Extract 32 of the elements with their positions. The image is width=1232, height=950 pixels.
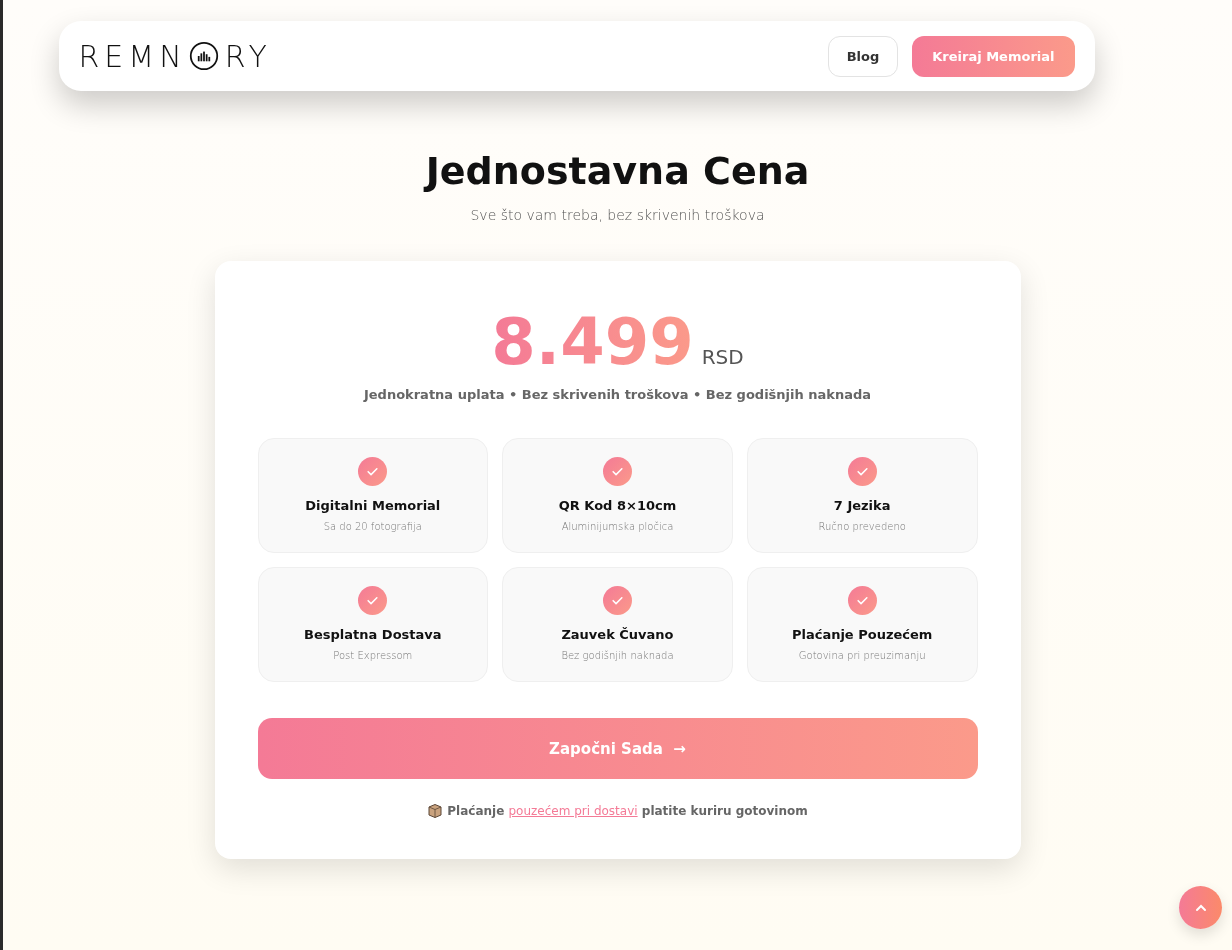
feature-title: QR Kod 8×10cm xyxy=(558,498,677,513)
feature-detail: Aluminijumska pločica xyxy=(561,521,674,532)
create-memorial-button[interactable]: Kreiraj Memorial xyxy=(912,35,1075,77)
check-icon xyxy=(358,586,388,615)
feature-detail: Bez godišnjih naknada xyxy=(561,650,674,661)
package-icon xyxy=(427,803,444,819)
feature-detail: Ručno prevedeno xyxy=(818,521,906,532)
logo-circle-icon xyxy=(188,41,219,71)
feature-title: Digitalni Memorial xyxy=(305,498,441,513)
logo-text: RY xyxy=(224,38,272,74)
price-note: Jednokratna uplata • Bez skrivenih troškova • Bez godišnjih naknada xyxy=(363,387,872,402)
check-icon xyxy=(603,457,632,486)
check-icon xyxy=(603,586,632,615)
feature-detail: Gotovina pri preuzimanju xyxy=(798,650,926,661)
scroll-to-top-button[interactable] xyxy=(1179,886,1222,929)
price-currency: RSD xyxy=(701,345,744,369)
feature-title: Besplatna Dostava xyxy=(304,627,442,642)
section-subtitle: Sve što vam treba, bez skrivenih troškova xyxy=(470,207,765,223)
feature-detail: Post Expressom xyxy=(333,650,413,661)
logo-text: REMN xyxy=(78,38,187,74)
feature-title: Zauvek Čuvano xyxy=(561,627,674,642)
feature-detail: Sa do 20 fotografija xyxy=(323,521,422,532)
start-now-button[interactable]: Započni Sada → xyxy=(257,718,978,779)
check-icon xyxy=(847,586,877,615)
check-icon xyxy=(847,457,877,486)
blog-button[interactable]: Blog xyxy=(827,35,899,77)
section-title: Jednostavna Cena xyxy=(425,149,810,193)
feature-title: 7 Jezika xyxy=(833,498,891,513)
cash-on-delivery-link[interactable]: pouzećem pri dostavi xyxy=(508,804,638,818)
check-icon xyxy=(358,457,388,486)
feature-title: Plaćanje Pouzećem xyxy=(791,627,933,642)
payment-note: Plaćanje pouzećem pri dostavi platite kuriru gotovinom xyxy=(447,804,808,818)
